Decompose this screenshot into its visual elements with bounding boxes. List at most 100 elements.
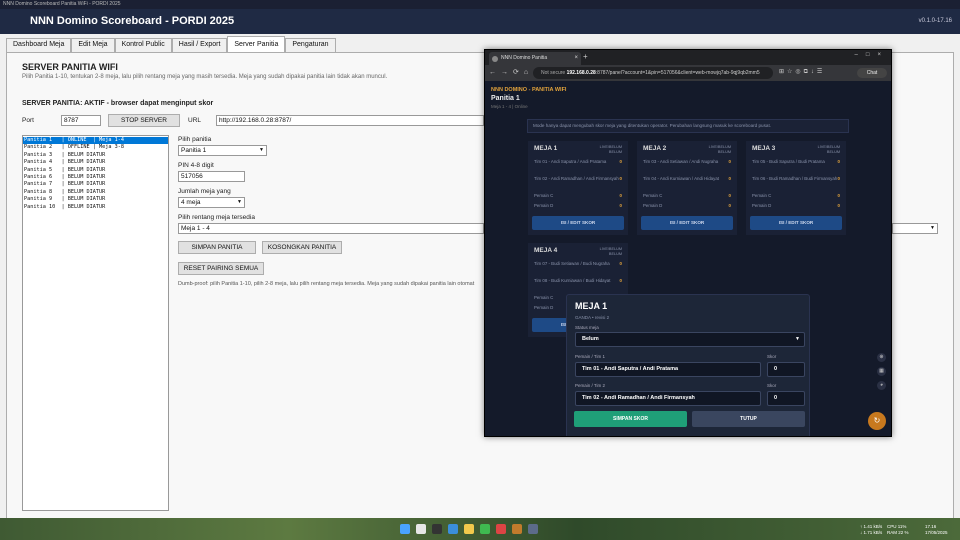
player-row: Tim 07 - Budi Setiawan / Budi Nugraha 0 xyxy=(534,261,622,266)
window-title: NNN Domino Scoreboard Panitia WiFi - POR… xyxy=(3,1,121,7)
pilih-panitia-select[interactable]: Panitia 1 ▼ xyxy=(178,145,267,156)
card-title: MEJA 4 xyxy=(534,247,558,254)
folder-icon[interactable] xyxy=(464,524,474,534)
panel-description: Pilih Panitia 1-10, tentukan 2-8 meja, l… xyxy=(22,74,388,80)
main-tabs: Dashboard Meja Edit Meja Kontrol Public … xyxy=(6,36,336,53)
tab-hasil-export[interactable]: Hasil / Export xyxy=(171,38,228,52)
start-icon[interactable] xyxy=(400,524,410,534)
tab-kontrol-public[interactable]: Kontrol Public xyxy=(114,38,172,52)
not-secure-label: Not secure xyxy=(541,70,566,76)
app-icon[interactable] xyxy=(480,524,490,534)
new-tab-icon[interactable]: + xyxy=(583,52,588,61)
card-status: LIVE/BELUM BELUM xyxy=(599,145,622,154)
window-controls[interactable]: –□× xyxy=(855,52,889,58)
url-label: URL xyxy=(188,117,202,124)
list-item[interactable]: Panitia 1 | ONLINE | Meja 1-4 xyxy=(23,137,168,145)
status-value: Belum xyxy=(582,336,599,342)
favicon-icon xyxy=(492,56,498,62)
server-status: SERVER PANITIA: AKTIF - browser dapat me… xyxy=(22,100,214,107)
address-bar[interactable]: Not secure 192.168.0.28:8787/panel?accou… xyxy=(533,67,773,79)
player1-field[interactable]: Tim 01 - Andi Saputra / Andi Pratama xyxy=(575,362,761,377)
card-status: LIVE/BELUM BELUM xyxy=(817,145,840,154)
app-title: NNN Domino Scoreboard - PORDI 2025 xyxy=(30,15,235,27)
jumlah-meja-value: 4 meja xyxy=(181,199,201,206)
notice-box: Mode hanya dapat mengubah skor meja yang… xyxy=(527,119,849,133)
player-row: Pemain D0 xyxy=(643,203,731,208)
chat-button[interactable]: Chat xyxy=(857,68,887,78)
port-label: Port xyxy=(22,117,34,124)
rentang-meja-select[interactable]: Meja 1 - 4 xyxy=(178,223,484,234)
edit-score-modal: MEJA 1 GANDA • revisi 2 Status meja Belu… xyxy=(566,294,810,436)
meja-card: MEJA 3 LIVE/BELUM BELUM Tim 05 - Budi Sap… xyxy=(746,141,846,235)
web-page: NNN DOMINO - PANITIA WIFI Panitia 1 Meja… xyxy=(485,81,891,436)
url-path: :8787/panel?account=1&pin=517056&client=… xyxy=(595,70,760,76)
edit-score-button[interactable]: ISI / EDIT SKOR xyxy=(641,216,733,230)
score2-input[interactable]: 0 xyxy=(767,391,805,406)
kosongkan-panitia-button[interactable]: KOSONGKAN PANITIA xyxy=(262,241,342,254)
pin-input[interactable]: 517056 xyxy=(178,171,245,182)
clock[interactable]: 17.16 17/05/2025 xyxy=(925,524,948,536)
close-modal-button[interactable]: TUTUP xyxy=(692,411,805,427)
edge-icon[interactable] xyxy=(448,524,458,534)
meja-card: MEJA 1 LIVE/BELUM BELUM Tim 01 - Andi Sap… xyxy=(528,141,628,235)
toolbar-icons[interactable]: ⊞☆◎⧉↓☰ xyxy=(779,68,825,76)
page-heading: Panitia 1 xyxy=(491,95,520,102)
list-item[interactable]: Panitia 3 | BELUM DIATUR xyxy=(23,152,168,159)
meja-card: MEJA 2 LIVE/BELUM BELUM Tim 03 - Andi Set… xyxy=(637,141,737,235)
list-item[interactable]: Panitia 2 | OFFLINE | Meja 3-8 xyxy=(23,144,168,151)
browser-icon[interactable] xyxy=(496,524,506,534)
card-title: MEJA 1 xyxy=(534,145,558,152)
zoom-icon[interactable]: ⊕ xyxy=(877,353,886,362)
grid-icon[interactable]: ▦ xyxy=(877,367,886,376)
list-item[interactable]: Panitia 5 | BELUM DIATUR xyxy=(23,167,168,174)
list-item[interactable]: Panitia 6 | BELUM DIATUR xyxy=(23,174,168,181)
panel-title: SERVER PANITIA WIFI xyxy=(22,62,118,72)
refresh-icon[interactable]: ↻ xyxy=(868,412,886,430)
close-icon[interactable]: × xyxy=(574,52,578,65)
stop-server-button[interactable]: STOP SERVER xyxy=(108,114,180,127)
task-view-icon[interactable] xyxy=(432,524,442,534)
browser-toolbar: ←→⟳⌂ Not secure 192.168.0.28:8787/panel?… xyxy=(485,65,891,81)
tab-edit-meja[interactable]: Edit Meja xyxy=(71,38,115,52)
url-field[interactable]: http://192.168.0.28:8787/ xyxy=(216,115,484,126)
card-status: LIVE/BELUM BELUM xyxy=(599,247,622,256)
jumlah-meja-label: Jumlah meja yang xyxy=(178,188,231,195)
save-score-button[interactable]: SIMPAN SKOR xyxy=(574,411,687,427)
player-row: Tim 04 - Andi Kurniawan / Andi Hidayat 0 xyxy=(643,176,731,181)
tab-server-panitia[interactable]: Server Panitia xyxy=(227,36,286,52)
edit-score-button[interactable]: ISI / EDIT SKOR xyxy=(532,216,624,230)
list-item[interactable]: Panitia 4 | BELUM DIATUR xyxy=(23,159,168,166)
terminal-icon[interactable] xyxy=(528,524,538,534)
domino-app-icon[interactable] xyxy=(512,524,522,534)
app-header: NNN Domino Scoreboard - PORDI 2025 v0.1.… xyxy=(0,9,960,34)
reset-pairing-button[interactable]: RESET PAIRING SEMUA xyxy=(178,262,264,275)
player-row: Pemain D0 xyxy=(752,203,840,208)
chevron-down-icon: ▼ xyxy=(930,225,935,231)
player1-label: Pemain / Tim 1 xyxy=(575,354,606,359)
network-speed: ↑ 1.41 kB/s ↓ 1.71 kB/s xyxy=(860,524,883,535)
score1-input[interactable]: 0 xyxy=(767,362,805,377)
player-row: Pemain C0 xyxy=(534,193,622,198)
list-item[interactable]: Panitia 8 | BELUM DIATUR xyxy=(23,189,168,196)
tab-dashboard-meja[interactable]: Dashboard Meja xyxy=(6,38,72,52)
discord-icon[interactable]: ◕ xyxy=(877,381,886,390)
list-item[interactable]: Panitia 10 | BELUM DIATUR xyxy=(23,204,168,211)
player2-field[interactable]: Tim 02 - Andi Ramadhan / Andi Firmansyah xyxy=(575,391,761,406)
player-row: Pemain C0 xyxy=(643,193,731,198)
status-select[interactable]: Belum ▼ xyxy=(575,332,805,347)
tab-pengaturan[interactable]: Pengaturan xyxy=(285,38,336,52)
jumlah-meja-select[interactable]: 4 meja ▼ xyxy=(178,197,245,208)
list-item[interactable]: Panitia 7 | BELUM DIATUR xyxy=(23,181,168,188)
rentang-meja-select-end[interactable]: ▼ xyxy=(892,223,938,234)
browser-tab[interactable]: NNN Domino Panitia × xyxy=(489,52,581,65)
edit-score-button[interactable]: ISI / EDIT SKOR xyxy=(750,216,842,230)
nav-icons[interactable]: ←→⟳⌂ xyxy=(489,68,533,76)
port-input[interactable]: 8787 xyxy=(61,115,101,126)
simpan-panitia-button[interactable]: SIMPAN PANITIA xyxy=(178,241,256,254)
pin-label: PIN 4-8 digit xyxy=(178,162,214,169)
player-row: Pemain D0 xyxy=(534,203,622,208)
search-icon[interactable] xyxy=(416,524,426,534)
panitia-listbox[interactable]: Panitia 1 | ONLINE | Meja 1-4 Panitia 2 … xyxy=(22,135,169,511)
list-item[interactable]: Panitia 9 | BELUM DIATUR xyxy=(23,196,168,203)
player-row: Tim 08 - Budi Kurniawan / Budi Hidayat 0 xyxy=(534,278,622,283)
